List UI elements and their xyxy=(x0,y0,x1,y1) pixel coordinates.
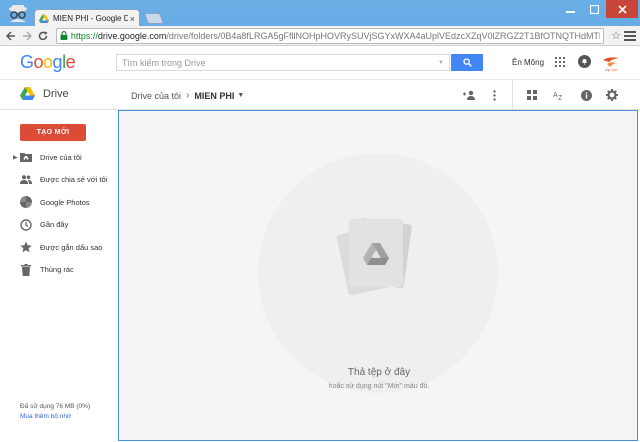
sidebar-item-starred[interactable]: Được gắn dấu sao xyxy=(0,236,118,259)
search-button[interactable] xyxy=(451,54,483,71)
sidebar-item-my-drive[interactable]: ▶ Drive của tôi xyxy=(0,146,118,169)
notifications-icon[interactable] xyxy=(578,55,591,68)
account-name[interactable]: Ên Mông xyxy=(512,58,544,67)
apps-grid-icon[interactable] xyxy=(555,57,565,67)
storage-used-text: Đã sử dụng 76 MB (0%) xyxy=(20,403,91,410)
sidebar-item-label: Gần đây xyxy=(40,220,69,230)
search-options-icon[interactable]: ▼ xyxy=(438,60,444,66)
more-actions-icon[interactable] xyxy=(486,87,502,103)
browser-window: MIEN PHI - Google Drive × https: xyxy=(0,0,640,442)
sort-az-icon[interactable]: AZ xyxy=(551,87,567,103)
folder-menu-dropdown-icon[interactable]: ▼ xyxy=(237,92,244,99)
buy-storage-link[interactable]: Mua thêm bộ nhớ xyxy=(20,412,90,422)
svg-text:Z: Z xyxy=(558,95,563,100)
search-box: ▼ xyxy=(116,54,450,71)
sidebar-item-shared[interactable]: Được chia sẻ với tôi xyxy=(0,169,118,192)
minimize-icon[interactable] xyxy=(558,0,582,18)
expand-arrow-icon[interactable]: ▶ xyxy=(13,154,18,161)
url-host: drive.google.com xyxy=(97,30,167,41)
drive-logo[interactable]: Drive xyxy=(20,87,69,100)
tab-strip: MIEN PHI - Google Drive × xyxy=(0,0,640,27)
reload-icon[interactable] xyxy=(36,29,50,43)
sidebar-nav: ▶ Drive của tôi Được chia sẻ với tôi Goo… xyxy=(0,146,118,281)
drop-title: Thả tệp ở đây xyxy=(347,367,411,378)
sidebar-item-recent[interactable]: Gần đây xyxy=(0,214,118,237)
browser-tab[interactable]: MIEN PHI - Google Drive × xyxy=(34,9,140,27)
drive-favicon-icon xyxy=(39,14,49,23)
sidebar-item-label: Drive của tôi xyxy=(40,152,82,162)
drive-product-name: Drive xyxy=(43,87,69,100)
avatar[interactable]: Up Vui xyxy=(600,52,622,74)
drive-page: Google ▼ Ên Mông Up Vui xyxy=(0,46,640,442)
browser-toolbar: https:// drive.google.com /drive/folders… xyxy=(0,26,640,46)
maximize-icon[interactable] xyxy=(582,0,606,18)
clock-icon xyxy=(20,219,32,231)
breadcrumb: Drive của tôi › MIEN PHI ▼ xyxy=(131,90,244,101)
drive-toolbar: Drive Drive của tôi › MIEN PHI ▼ AZ xyxy=(0,80,640,110)
forward-arrow-icon[interactable] xyxy=(20,29,34,43)
lock-icon xyxy=(60,31,68,40)
star-icon xyxy=(20,241,32,253)
google-logo[interactable]: Google xyxy=(20,52,76,73)
search-icon xyxy=(462,58,472,67)
drive-folder-icon xyxy=(20,151,32,163)
url-scheme: https:// xyxy=(70,30,98,41)
breadcrumb-root[interactable]: Drive của tôi xyxy=(131,91,181,101)
new-button[interactable]: TẠO MỚI xyxy=(20,124,86,141)
search-input[interactable] xyxy=(122,57,439,68)
back-arrow-icon[interactable] xyxy=(4,29,18,43)
storage-info: Đã sử dụng 76 MB (0%) Mua thêm bộ nhớ xyxy=(20,402,90,422)
window-close-icon[interactable] xyxy=(606,0,638,18)
photos-icon xyxy=(20,196,32,209)
new-tab-button[interactable] xyxy=(143,13,165,24)
people-icon xyxy=(20,174,32,186)
file-drop-area[interactable]: Thả tệp ở đây hoặc sử dụng nút "Mới" màu… xyxy=(118,110,638,441)
breadcrumb-current[interactable]: MIEN PHI xyxy=(194,91,234,101)
trash-icon xyxy=(20,263,32,276)
info-icon[interactable] xyxy=(578,87,594,103)
google-bar: Google ▼ Ên Mông Up Vui xyxy=(0,46,640,80)
drop-files-icon xyxy=(336,218,412,295)
settings-gear-icon[interactable] xyxy=(604,87,620,103)
share-add-person-icon[interactable] xyxy=(461,87,477,103)
tab-close-icon[interactable]: × xyxy=(130,14,135,24)
grid-view-icon[interactable] xyxy=(524,87,540,103)
sidebar-item-photos[interactable]: Google Photos xyxy=(0,191,118,214)
sidebar-item-trash[interactable]: Thùng rác xyxy=(0,259,118,282)
sidebar-item-label: Thùng rác xyxy=(40,265,74,275)
address-bar[interactable]: https:// drive.google.com /drive/folders… xyxy=(56,27,605,44)
breadcrumb-chevron-icon: › xyxy=(186,90,190,101)
incognito-icon xyxy=(9,5,27,22)
url-path: /drive/folders/0B4a8fLRGA5gFfllNOHpHOVRy… xyxy=(166,30,601,41)
browser-menu-icon[interactable] xyxy=(624,30,636,42)
tab-title: MIEN PHI - Google Drive xyxy=(53,14,128,23)
sidebar: TẠO MỚI ▶ Drive của tôi Được chia sẻ với… xyxy=(0,110,118,442)
drop-subtitle: hoặc sử dụng nút "Mới" màu đỏ. xyxy=(328,383,430,390)
drive-logo-icon xyxy=(20,87,35,100)
bookmark-star-icon[interactable]: ☆ xyxy=(611,29,621,42)
svg-text:Up Vui: Up Vui xyxy=(605,67,617,72)
toolbar-divider xyxy=(512,80,513,110)
sidebar-item-label: Được chia sẻ với tôi xyxy=(40,175,108,185)
sidebar-item-label: Google Photos xyxy=(40,197,90,207)
sidebar-item-label: Được gắn dấu sao xyxy=(40,242,103,252)
